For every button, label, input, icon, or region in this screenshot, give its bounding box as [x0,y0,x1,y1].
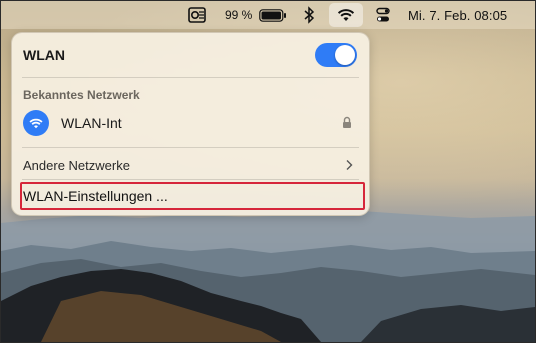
divider [22,147,359,148]
wlan-panel: WLAN Bekanntes Netzwerk WLAN-Int Andere … [11,32,370,216]
divider [22,77,359,78]
divider [22,179,359,180]
known-network-header: Bekanntes Netzwerk [23,88,140,102]
screenshot-frame: 99 % Mi. 7. Feb. 08:05 WLAN Bekanntes Ne… [0,0,536,343]
other-networks-row[interactable]: Andere Netzwerke [12,153,369,177]
known-network-name: WLAN-Int [61,115,122,131]
known-network-item[interactable]: WLAN-Int [12,109,369,137]
panel-title: WLAN [23,47,65,63]
menu-clock[interactable]: Mi. 7. Feb. 08:05 [408,1,507,29]
battery-percent: 99 % [225,8,253,22]
lock-icon [342,116,352,134]
wlan-toggle[interactable] [315,43,357,67]
wifi-badge-icon [23,110,49,136]
bluetooth-icon[interactable] [303,1,315,29]
wlan-settings-label: WLAN-Einstellungen ... [23,188,168,204]
wifi-icon[interactable] [329,3,363,27]
other-networks-label: Andere Netzwerke [23,157,130,173]
control-center-icon[interactable] [376,1,390,29]
chevron-right-icon [345,158,353,176]
outlook-icon[interactable] [188,1,206,29]
known-network-header-row: Bekanntes Netzwerk [12,87,369,103]
toggle-knob [335,45,355,65]
wlan-settings-item[interactable]: WLAN-Einstellungen ... [12,184,369,208]
battery-icon[interactable] [259,1,287,29]
menu-bar: 99 % Mi. 7. Feb. 08:05 [1,1,535,29]
